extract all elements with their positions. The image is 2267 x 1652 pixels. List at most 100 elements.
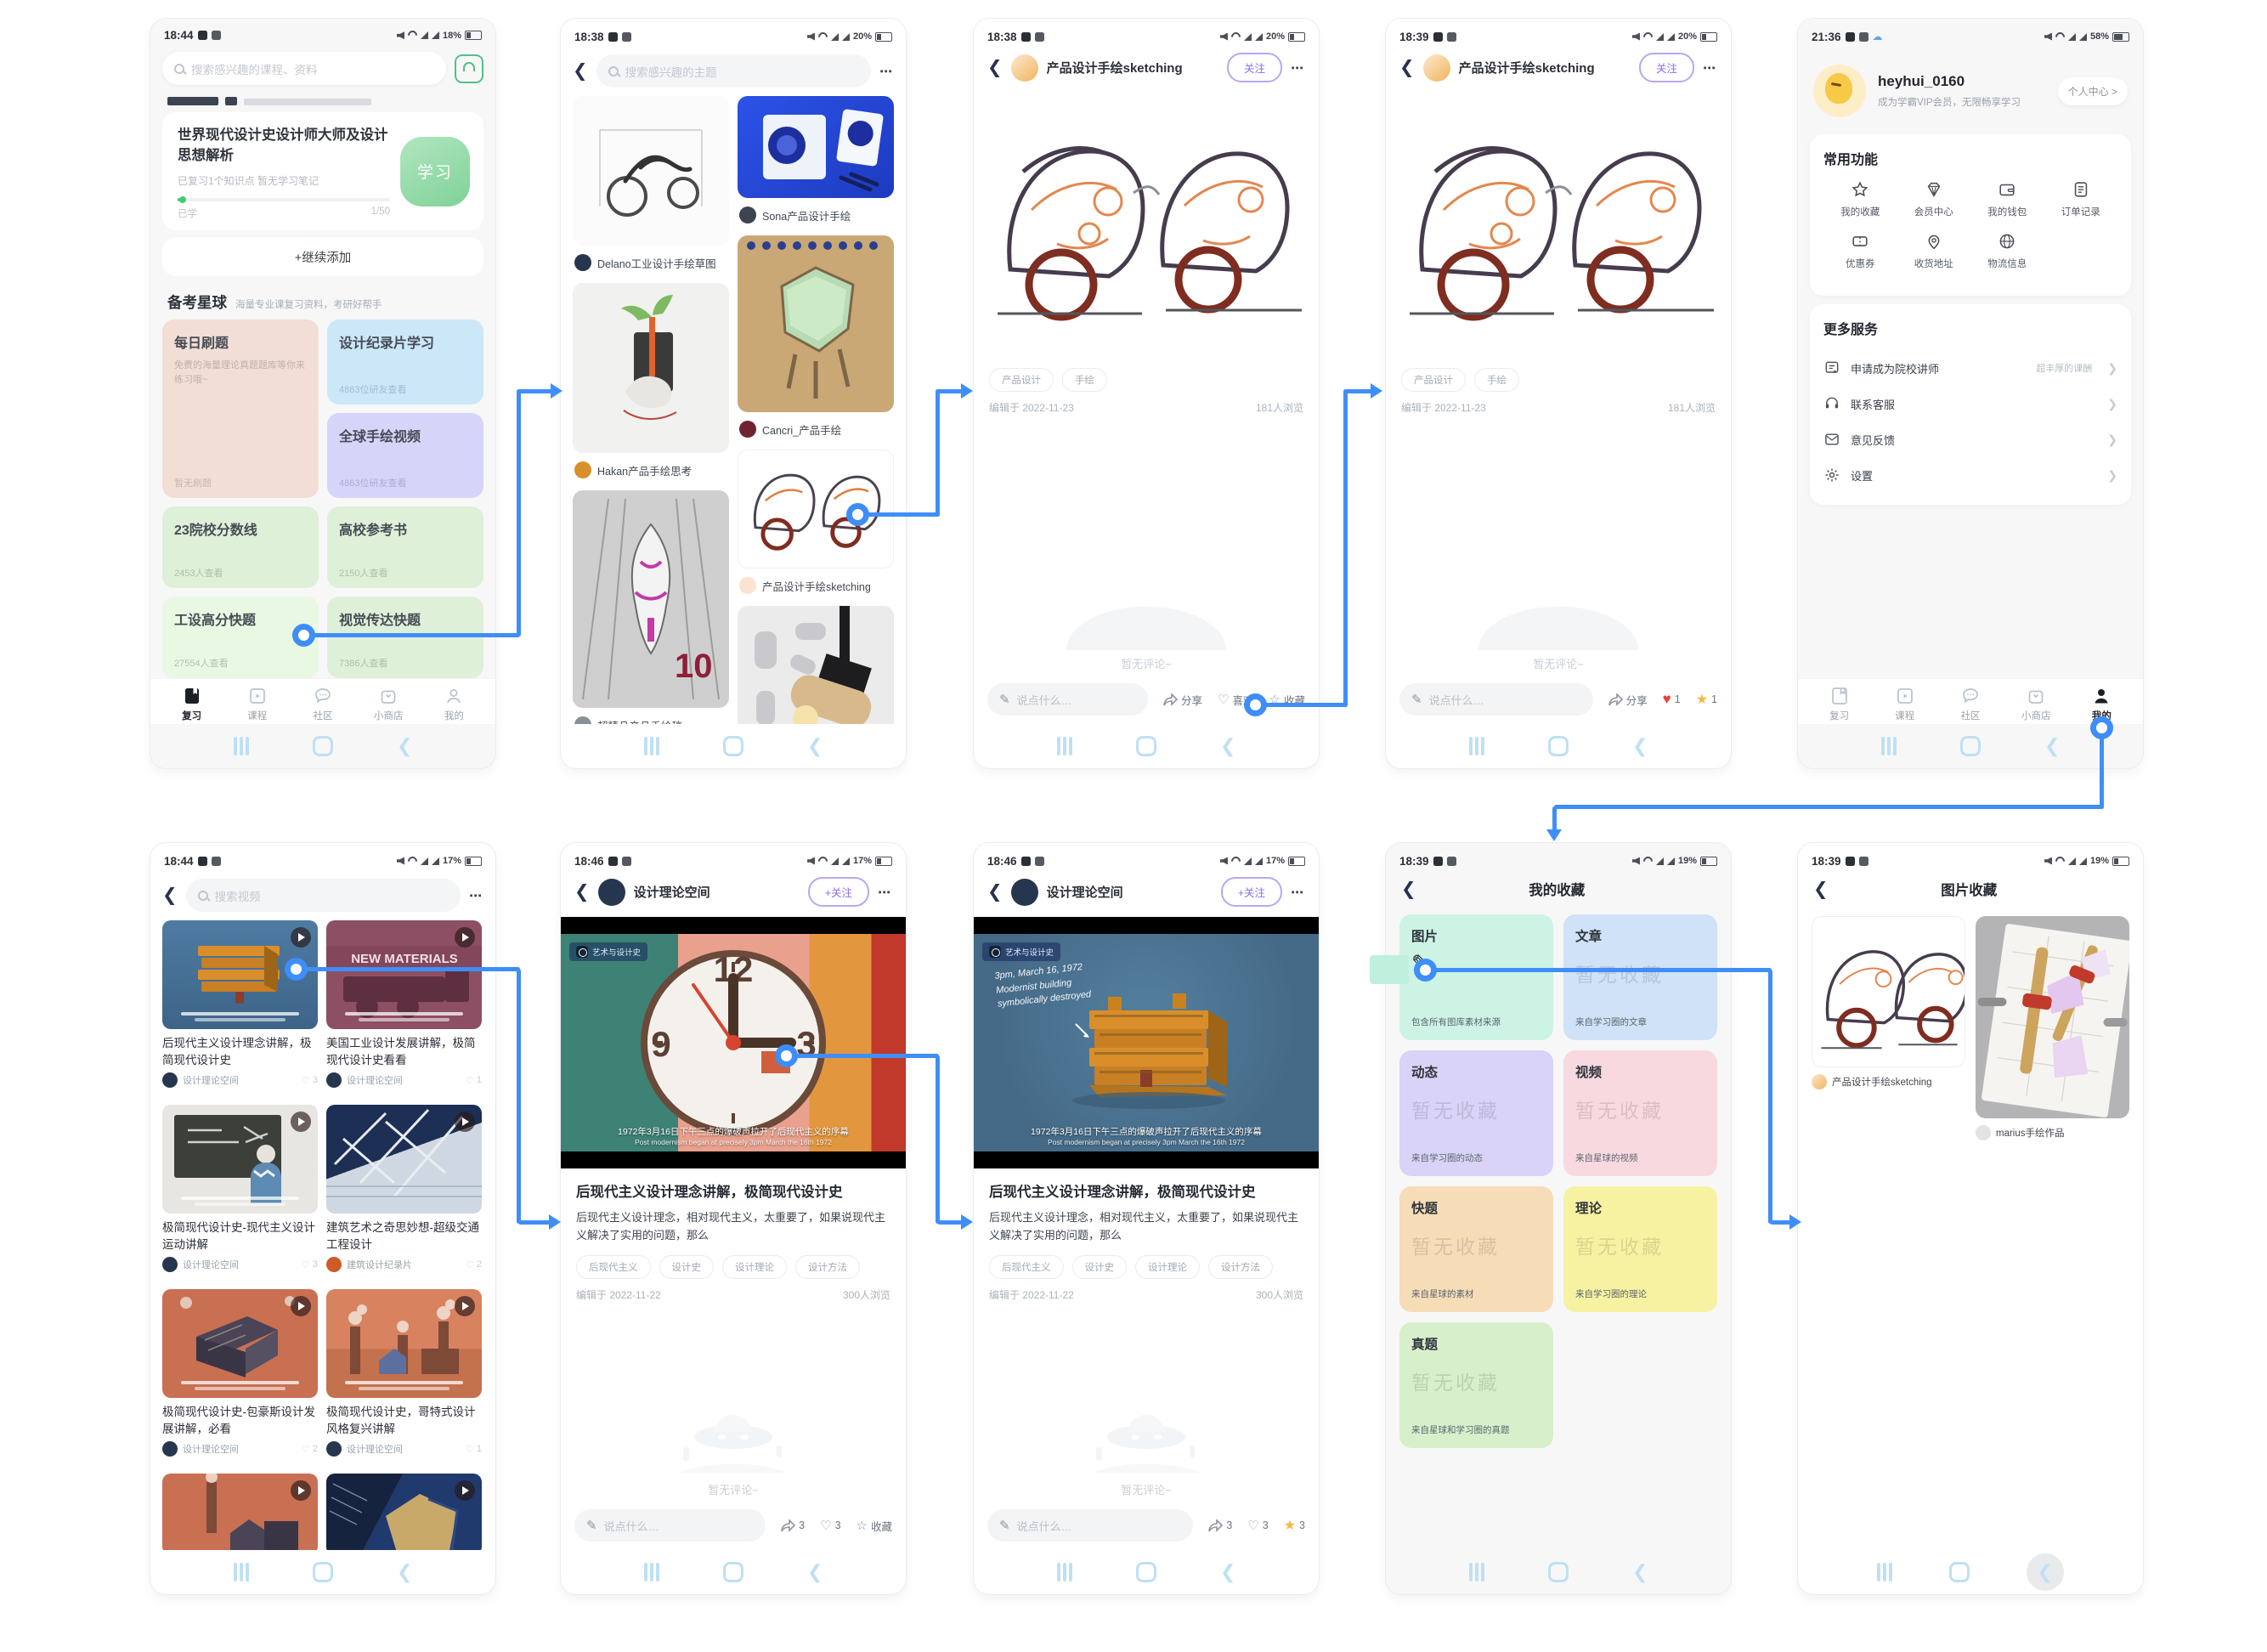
tag-pill[interactable]: 设计方法 [1208, 1255, 1273, 1279]
home-icon[interactable] [1548, 736, 1569, 756]
video-player[interactable]: 12 9 3 艺术与设计史 1972年3月16日下午三点的爆破声拉开了后现代主义… [561, 917, 906, 1168]
video-card[interactable]: 极简现代设计史-现代主义设计运动讲解 设计理论空间♡3 [162, 1105, 318, 1281]
service-apply-lecturer[interactable]: 申请成为院校讲师 超丰厚的课酬❯ [1823, 350, 2117, 386]
quick-order-history[interactable]: 订单记录 [2044, 180, 2118, 218]
fav-card-articles[interactable]: 文章 暂无收藏 来自学习圈的文章 [1563, 914, 1717, 1040]
comment-input[interactable]: ✎说点什么… [574, 1509, 766, 1542]
like-button[interactable]: ♡3 [820, 1518, 840, 1533]
tab-courses[interactable]: 课程 [224, 686, 290, 722]
follow-button[interactable]: 关注 [1227, 53, 1282, 82]
quick-logistics-info[interactable]: 物流信息 [1970, 232, 2044, 270]
store-bag-icon[interactable] [455, 54, 483, 83]
collect-button-active[interactable]: ★3 [1284, 1517, 1305, 1534]
back-icon-pressed[interactable]: ❮ [2027, 1553, 2064, 1591]
thumbnail-chair-sketch[interactable] [738, 235, 894, 412]
tab-courses[interactable]: 课程 [1872, 686, 1937, 722]
personal-center-button[interactable]: 个人中心 > [2058, 77, 2128, 105]
thumbnail-hand-plant-sketch[interactable] [573, 283, 729, 453]
card-reference-books[interactable]: 高校参考书 2150人查看 [327, 506, 483, 588]
quick-shipping-address[interactable]: 收货地址 [1897, 232, 1971, 270]
home-icon[interactable] [313, 1562, 333, 1582]
search-input[interactable]: 搜索感兴趣的课程、资料 [162, 52, 446, 85]
tag-pill[interactable]: 手绘 [1474, 368, 1519, 392]
fav-image-item[interactable]: 产品设计手绘sketching [1812, 916, 1965, 1089]
recents-icon[interactable] [1881, 737, 1897, 755]
result-caption[interactable]: Hakan产品手绘思考 [573, 460, 729, 484]
service-settings[interactable]: 设置❯ [1823, 457, 2117, 493]
tag-pill[interactable]: 设计方法 [795, 1255, 860, 1279]
back-icon[interactable]: ❮ [1632, 735, 1648, 757]
tag-pill[interactable]: 后现代主义 [989, 1255, 1064, 1279]
share-button[interactable]: 分享 [1163, 692, 1202, 708]
quick-member-center[interactable]: 会员中心 [1897, 180, 1971, 218]
recents-icon[interactable] [234, 1563, 249, 1581]
tag-pill[interactable]: 产品设计 [989, 368, 1054, 392]
result-caption[interactable]: Delano工业设计手绘草图 [573, 252, 729, 276]
follow-button[interactable]: 关注 [1639, 53, 1694, 82]
recents-icon[interactable] [1057, 737, 1072, 755]
search-input[interactable]: 搜索视频 [186, 879, 461, 912]
tag-pill[interactable]: 产品设计 [1401, 368, 1466, 392]
more-menu-icon[interactable]: ⋯ [469, 888, 483, 903]
tag-pill[interactable]: 设计史 [1072, 1255, 1128, 1279]
home-icon[interactable] [723, 736, 743, 756]
fav-card-real-exams[interactable]: 真题 暂无收藏 来自星球和学习圈的真题 [1399, 1322, 1553, 1448]
video-thumb-partial[interactable] [162, 1474, 318, 1550]
video-card[interactable]: NEW MATERIALS 美国工业设计发展讲解，极简现代设计史看看 设计理论空… [326, 920, 482, 1096]
home-icon[interactable] [1960, 736, 1981, 756]
service-contact-support[interactable]: 联系客服❯ [1823, 386, 2117, 421]
back-button[interactable]: ❮ [987, 883, 1003, 901]
thumbnail-racecar-sketch[interactable]: 10 [573, 490, 729, 708]
tag-pill[interactable]: 设计史 [659, 1255, 715, 1279]
share-button[interactable]: 3 [1208, 1519, 1232, 1532]
back-icon[interactable]: ❮ [807, 1561, 823, 1583]
video-card[interactable]: 极简现代设计史-包豪斯设计发展讲解，必看 设计理论空间♡2 [162, 1289, 318, 1465]
tag-pill[interactable]: 后现代主义 [576, 1255, 651, 1279]
video-thumb-partial[interactable] [326, 1474, 482, 1550]
fav-card-sketches[interactable]: 快题 暂无收藏 来自星球的素材 [1399, 1186, 1553, 1312]
user-avatar[interactable] [1813, 65, 1866, 117]
quick-my-wallet[interactable]: 我的钱包 [1970, 180, 2044, 218]
tab-review[interactable]: 复习 [1806, 686, 1872, 722]
back-icon[interactable]: ❮ [1220, 735, 1235, 757]
thumbnail-washing-machine[interactable] [738, 96, 894, 198]
back-icon[interactable]: ❮ [397, 1561, 412, 1583]
fav-card-theory[interactable]: 理论 暂无收藏 来自学习圈的理论 [1563, 1186, 1717, 1312]
tab-community[interactable]: 社区 [290, 686, 355, 722]
tab-shop[interactable]: 小商店 [356, 686, 421, 722]
recents-icon[interactable] [644, 1563, 659, 1581]
video-card-partial[interactable] [326, 1474, 482, 1550]
back-button[interactable]: ❮ [987, 59, 1003, 76]
video-thumb-blackboard[interactable] [162, 1105, 318, 1214]
home-icon[interactable] [1949, 1562, 1970, 1582]
tab-review[interactable]: 复习 [159, 686, 224, 722]
comment-input[interactable]: ✎说点什么… [987, 683, 1148, 716]
comment-input[interactable]: ✎说点什么… [987, 1509, 1193, 1542]
follow-button[interactable]: +关注 [808, 877, 869, 907]
quick-coupons[interactable]: 优惠券 [1823, 232, 1897, 270]
fav-card-posts[interactable]: 动态 暂无收藏 来自学习圈的动态 [1399, 1050, 1553, 1176]
video-card[interactable]: 建筑艺术之奇思妙想-超级交通工程设计 建筑设计纪录片♡2 [326, 1105, 482, 1281]
study-button[interactable]: 学习 [400, 137, 470, 206]
thumbnail-motorcycle-sketch[interactable] [573, 96, 729, 246]
quick-my-favorites[interactable]: 我的收藏 [1823, 180, 1897, 218]
home-icon[interactable] [723, 1562, 743, 1582]
result-caption[interactable]: Cancri_产品手绘 [738, 419, 894, 443]
tab-community[interactable]: 社区 [1937, 686, 2003, 722]
recents-icon[interactable] [1469, 737, 1484, 755]
card-sketch-videos[interactable]: 全球手绘视频 4863位研友查看 [327, 413, 483, 498]
video-thumb-truss[interactable] [326, 1105, 482, 1214]
back-button[interactable]: ❮ [1401, 880, 1416, 898]
course-card[interactable]: 世界现代设计史设计师大师及设计思想解析 已复习1个知识点 暂无学习笔记 已学1/… [162, 112, 483, 230]
share-button[interactable]: 3 [781, 1519, 805, 1532]
post-image-car-sketch[interactable] [1386, 91, 1731, 346]
thumbnail-lamp-photo[interactable] [738, 606, 894, 724]
card-school-scores[interactable]: 23院校分数线 2453人查看 [162, 506, 319, 588]
back-button[interactable]: ❮ [162, 886, 178, 904]
back-button[interactable]: ❮ [574, 883, 590, 901]
thumbnail-concept-car-sketch[interactable] [738, 450, 894, 569]
back-icon[interactable]: ❮ [397, 735, 412, 757]
tab-shop[interactable]: 小商店 [2004, 686, 2069, 722]
like-button[interactable]: ♡3 [1247, 1518, 1268, 1533]
recents-icon[interactable] [1057, 1563, 1072, 1581]
